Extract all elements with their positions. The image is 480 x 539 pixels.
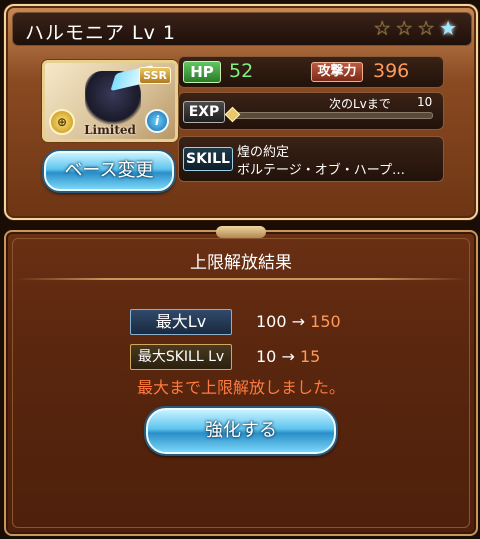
skill-description: ボルテージ・オブ・ハープ…	[237, 163, 405, 178]
star-icon: ☆	[417, 16, 436, 40]
max-skill-change: 10 → 15	[256, 347, 320, 366]
exp-progress-bar	[224, 106, 433, 123]
exp-label: EXP	[183, 101, 225, 123]
hp-value: 52	[229, 60, 254, 82]
star-icon: ☆	[373, 16, 392, 40]
result-title: 上限解放結果	[190, 253, 292, 273]
arrow-icon: →	[281, 347, 295, 366]
star-icon: ☆	[395, 16, 414, 40]
panel-ornament	[216, 226, 266, 238]
hp-label: HP	[183, 61, 221, 83]
next-level-value: 10	[417, 95, 433, 109]
base-change-button[interactable]: ベース変更	[44, 151, 174, 191]
max-level-change: 100 → 150	[256, 312, 341, 331]
skill-name: 煌の約定	[237, 145, 290, 160]
rarity-badge: SSR	[139, 67, 171, 84]
uncap-stars: ☆ ☆ ☆ ★	[373, 17, 457, 39]
max-level-tag: 最大Lv	[130, 309, 232, 335]
skill-label: SKILL	[183, 147, 233, 171]
star-icon-active: ★	[439, 16, 457, 40]
atk-label: 攻撃力	[311, 62, 363, 82]
max-skill-tag: 最大SKILL Lv	[130, 344, 232, 370]
title-divider	[16, 278, 466, 280]
max-skill-new: 15	[299, 347, 321, 366]
uncap-message: 最大まで上限解放しました。	[136, 378, 345, 397]
arrow-icon: →	[291, 312, 306, 331]
gold-coin-icon: ⊕	[49, 109, 75, 135]
hp-atk-box: HP 52 攻撃力 396	[178, 56, 444, 88]
next-level-label: 次のLvまで	[329, 97, 391, 111]
character-title: ハルモニア Lv 1	[25, 22, 176, 44]
character-portrait[interactable]: SSR Limited ⊕ i	[42, 60, 178, 142]
card-header: ハルモニア Lv 1 ☆ ☆ ☆ ★	[12, 12, 472, 46]
character-card: ハルモニア Lv 1 ☆ ☆ ☆ ★ SSR Limited ⊕ i ベース変更…	[4, 4, 478, 220]
exp-box: EXP 次のLvまで 10	[178, 92, 444, 130]
max-level-new: 150	[310, 312, 341, 331]
max-skill-old: 10	[256, 347, 277, 366]
atk-value: 396	[373, 60, 410, 82]
uncap-result-panel: 上限解放結果 最大Lv 100 → 150 最大SKILL Lv 10 → 15…	[4, 226, 478, 536]
info-icon[interactable]: i	[145, 109, 169, 133]
skill-box[interactable]: SKILL 煌の約定 ボルテージ・オブ・ハープ…	[178, 136, 444, 182]
max-level-old: 100	[256, 312, 287, 331]
enhance-button[interactable]: 強化する	[146, 408, 336, 454]
exp-marker	[224, 106, 241, 123]
